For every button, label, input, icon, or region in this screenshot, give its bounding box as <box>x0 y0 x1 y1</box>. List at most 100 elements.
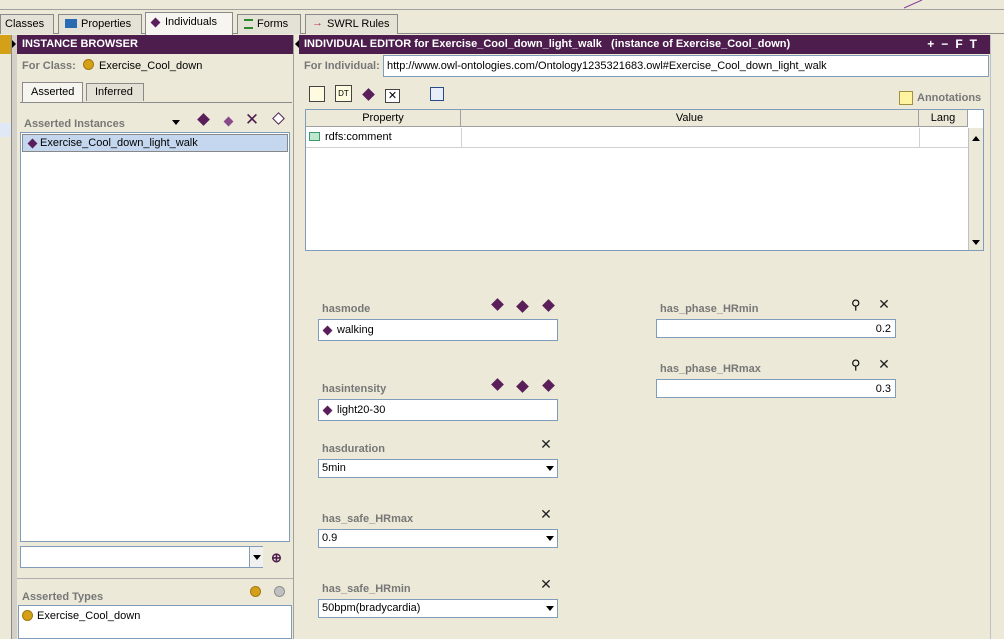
magnifier-icon[interactable]: ⚲ <box>851 357 861 373</box>
asserted-types-label: Asserted Types <box>22 591 104 603</box>
remove-value-icon[interactable] <box>540 297 556 313</box>
has-safe-hrmin-select[interactable]: 50bpm(bradycardia) <box>318 599 558 618</box>
individual-icon <box>322 325 333 336</box>
chevron-down-icon <box>546 606 554 611</box>
delete-value-icon[interactable]: ✕ <box>539 507 553 521</box>
swrl-icon: → <box>312 17 323 29</box>
delete-value-icon[interactable]: ✕ <box>539 437 553 451</box>
hasduration-label: hasduration <box>322 443 385 455</box>
add-value-icon[interactable] <box>514 298 530 314</box>
splitter-left[interactable] <box>12 35 17 639</box>
instance-name: Exercise_Cool_down_light_walk <box>40 137 198 149</box>
has-safe-hrmax-select[interactable]: 0.9 <box>318 529 558 548</box>
tab-label: Forms <box>257 18 289 30</box>
hasintensity-field[interactable]: light20-30 <box>318 399 558 421</box>
table-scrollbar[interactable] <box>968 128 983 250</box>
for-individual-label: For Individual: <box>304 60 380 72</box>
has-phase-hrmin-field[interactable]: 0.2 <box>656 319 896 338</box>
table-row[interactable]: rdfs:comment <box>306 128 968 148</box>
hasmode-label: hasmode <box>322 303 371 315</box>
annotations-icon <box>899 91 913 105</box>
tab-asserted[interactable]: Asserted <box>22 82 83 102</box>
configure-icon[interactable] <box>270 110 286 126</box>
annotations-label: Annotations <box>917 92 982 104</box>
tab-individuals[interactable]: Individuals <box>145 12 233 35</box>
delete-value-icon[interactable]: ✕ <box>877 357 891 371</box>
has-phase-hrmin-label: has_phase_HRmin <box>660 303 759 315</box>
class-icon <box>83 59 94 70</box>
instance-list: Exercise_Cool_down_light_walk <box>20 132 290 542</box>
tab-forms[interactable]: Forms <box>237 14 301 34</box>
view-menu-icon[interactable] <box>172 120 180 125</box>
view-icon[interactable] <box>430 87 444 101</box>
main-tab-bar: Classes Properties Individuals Forms → S… <box>0 10 1004 35</box>
individual-editor-header: INDIVIDUAL EDITOR for Exercise_Cool_down… <box>299 35 990 54</box>
column-header-property[interactable]: Property <box>306 110 461 127</box>
create-value-icon[interactable] <box>489 376 505 392</box>
scroll-down-icon[interactable] <box>972 240 980 245</box>
delete-value-icon[interactable]: ✕ <box>539 577 553 591</box>
list-item[interactable]: Exercise_Cool_down_light_walk <box>22 134 288 152</box>
forms-icon <box>244 19 253 29</box>
search-dropdown-button[interactable] <box>249 547 263 567</box>
delete-value-icon[interactable]: ✕ <box>877 297 891 311</box>
editor-header-buttons[interactable]: +−FT <box>927 37 984 51</box>
has-phase-hrmax-field[interactable]: 0.3 <box>656 379 896 398</box>
hasmode-value: walking <box>337 324 374 336</box>
tab-classes[interactable]: Classes <box>0 14 54 34</box>
chevron-down-icon <box>546 536 554 541</box>
remove-button[interactable]: − <box>941 37 955 51</box>
instance-browser-header: INSTANCE BROWSER <box>17 35 293 54</box>
delete-instance-icon[interactable]: ✕ <box>244 110 260 129</box>
hasintensity-label: hasintensity <box>322 383 387 395</box>
f-button[interactable]: F <box>955 37 969 51</box>
class-browser-collapsed <box>0 35 12 639</box>
tab-properties[interactable]: Properties <box>58 14 142 34</box>
tab-swrl-rules[interactable]: → SWRL Rules <box>305 14 398 34</box>
tab-inferred[interactable]: Inferred <box>86 83 144 101</box>
tab-label: Classes <box>5 18 45 30</box>
type-name[interactable]: Exercise_Cool_down <box>37 610 140 622</box>
column-header-lang[interactable]: Lang <box>919 110 968 127</box>
has-phase-hrmax-label: has_phase_HRmax <box>660 363 761 375</box>
types-list: Exercise_Cool_down <box>18 605 292 639</box>
tab-divider <box>20 102 292 103</box>
individual-uri-field[interactable]: http://www.owl-ontologies.com/Ontology12… <box>383 55 989 77</box>
remove-type-icon[interactable] <box>274 586 285 597</box>
has-safe-hrmax-value: 0.9 <box>322 532 338 544</box>
properties-icon <box>65 19 77 28</box>
instance-annotation-icon[interactable] <box>360 86 376 102</box>
delete-annotation-icon[interactable]: ✕ <box>385 89 400 103</box>
add-value-icon[interactable] <box>514 378 530 394</box>
magnifier-icon[interactable]: ⚲ <box>851 297 861 313</box>
hasduration-select[interactable]: 5min <box>318 459 558 478</box>
t-button[interactable]: T <box>970 37 984 51</box>
individual-icon <box>27 138 38 149</box>
class-browser-selection <box>0 123 11 137</box>
hasmode-field[interactable]: walking <box>318 319 558 341</box>
individuals-icon <box>150 17 161 28</box>
for-class-value: Exercise_Cool_down <box>99 60 203 72</box>
datatype-annotation-icon[interactable]: DT <box>335 85 352 102</box>
create-value-icon[interactable] <box>489 296 505 312</box>
hasintensity-value: light20-30 <box>337 404 386 416</box>
add-button[interactable]: + <box>927 37 941 51</box>
scroll-up-icon[interactable] <box>972 136 980 141</box>
create-instance-icon[interactable] <box>195 111 211 127</box>
add-type-icon[interactable] <box>250 586 261 597</box>
copy-instance-icon[interactable] <box>220 113 236 129</box>
splitter-middle[interactable] <box>293 35 299 639</box>
class-browser-header <box>0 35 11 54</box>
separator <box>17 578 293 579</box>
annotation-property-icon <box>309 132 320 141</box>
cell-property: rdfs:comment <box>325 131 392 143</box>
window-top-strip <box>0 0 1004 10</box>
column-header-value[interactable]: Value <box>461 110 919 127</box>
chevron-down-icon <box>546 466 554 471</box>
decorative-arrow-icon <box>903 0 923 9</box>
instance-search-field[interactable] <box>20 546 263 568</box>
tab-label: Individuals <box>165 16 217 28</box>
binoculars-search-icon[interactable]: ⊕ <box>271 550 282 566</box>
remove-value-icon[interactable] <box>540 377 556 393</box>
create-annotation-icon[interactable] <box>309 86 325 102</box>
